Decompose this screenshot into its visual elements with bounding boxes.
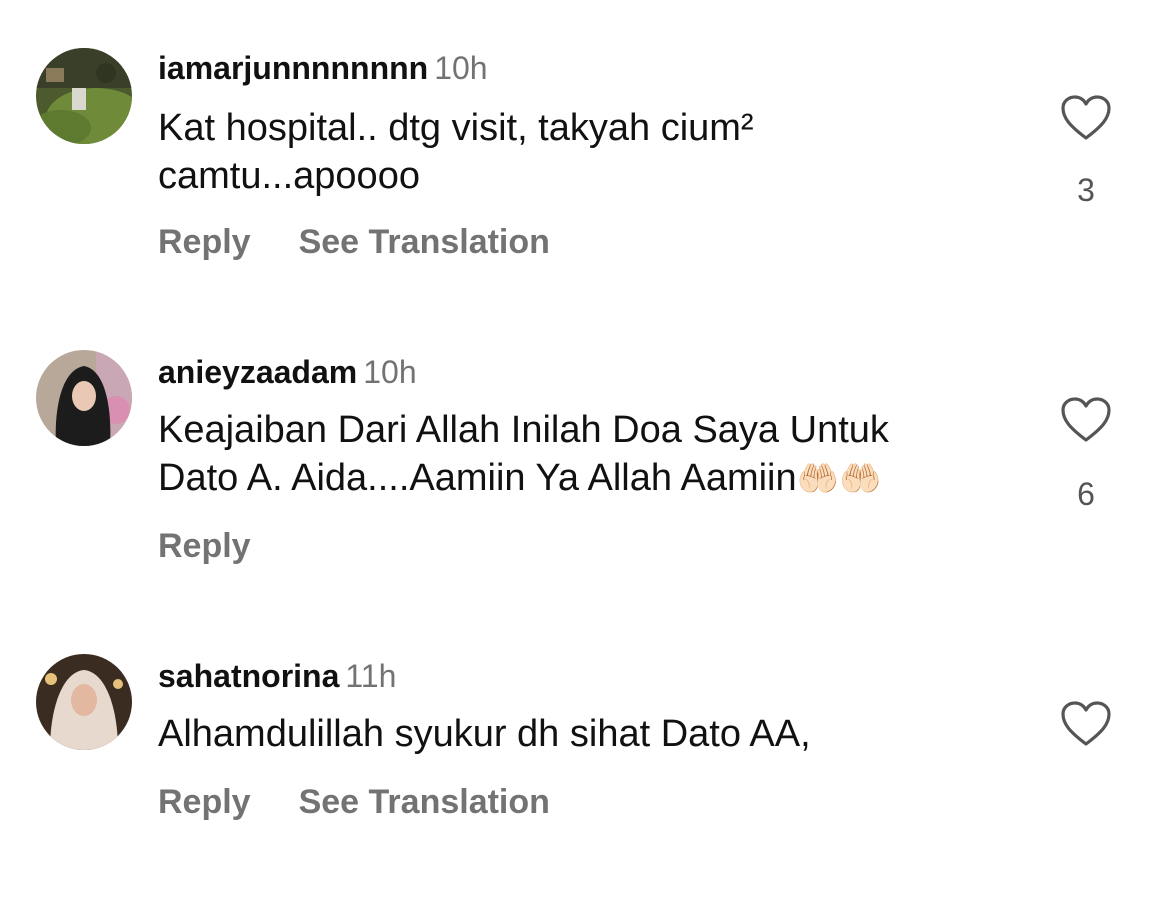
username[interactable]: anieyzaadam [158,354,357,390]
username[interactable]: iamarjunnnnnnnn [158,50,428,86]
reply-button[interactable]: Reply [158,527,251,565]
like-count: 6 [1077,476,1095,512]
avatar[interactable] [36,350,132,446]
comment-text-line: camtu...apoooo [158,155,420,197]
timestamp: 11h [345,658,397,694]
raised-hands-emoji: 🤲🏻🤲🏻 [796,459,882,499]
heart-outline-icon[interactable] [1060,94,1112,142]
avatar[interactable] [36,654,132,750]
username[interactable]: sahatnorina [158,658,339,694]
comment-text-line: Keajaiban Dari Allah Inilah Doa Saya Unt… [158,409,889,451]
comment-header: iamarjunnnnnnnn 10h [158,48,488,88]
comment-item: iamarjunnnnnnnn 10h Kat hospital.. dtg vi… [0,0,1170,300]
heart-outline-icon[interactable] [1060,396,1112,444]
comment-item: anieyzaadam 10h Keajaiban Dari Allah Inil… [0,300,1170,600]
see-translation-button[interactable]: See Translation [299,223,550,261]
avatar[interactable] [36,48,132,144]
timestamp: 10h [434,50,488,86]
timestamp: 10h [363,354,417,390]
comment-text-line: Kat hospital.. dtg visit, takyah cium² [158,107,754,149]
see-translation-button[interactable]: See Translation [299,783,550,821]
reply-button[interactable]: Reply [158,783,251,821]
comment-item: sahatnorina 11h Alhamdulillah syukur dh s… [0,600,1170,910]
comment-text-line: Alhamdulillah syukur dh sihat Dato AA, [158,713,811,755]
comment-actions: Reply [158,526,251,566]
reply-button[interactable]: Reply [158,223,251,261]
comment-text: Dato A. Aida....Aamiin Ya Allah Aamiin [158,457,797,499]
comment-text-line: Dato A. Aida....Aamiin Ya Allah Aamiin🤲🏻… [158,454,1038,503]
comment-actions: Reply See Translation [158,222,550,262]
comment-actions: Reply See Translation [158,782,550,822]
heart-outline-icon[interactable] [1060,700,1112,748]
like-count: 3 [1077,172,1095,208]
comment-header: anieyzaadam 10h [158,352,417,392]
comment-header: sahatnorina 11h [158,656,396,696]
